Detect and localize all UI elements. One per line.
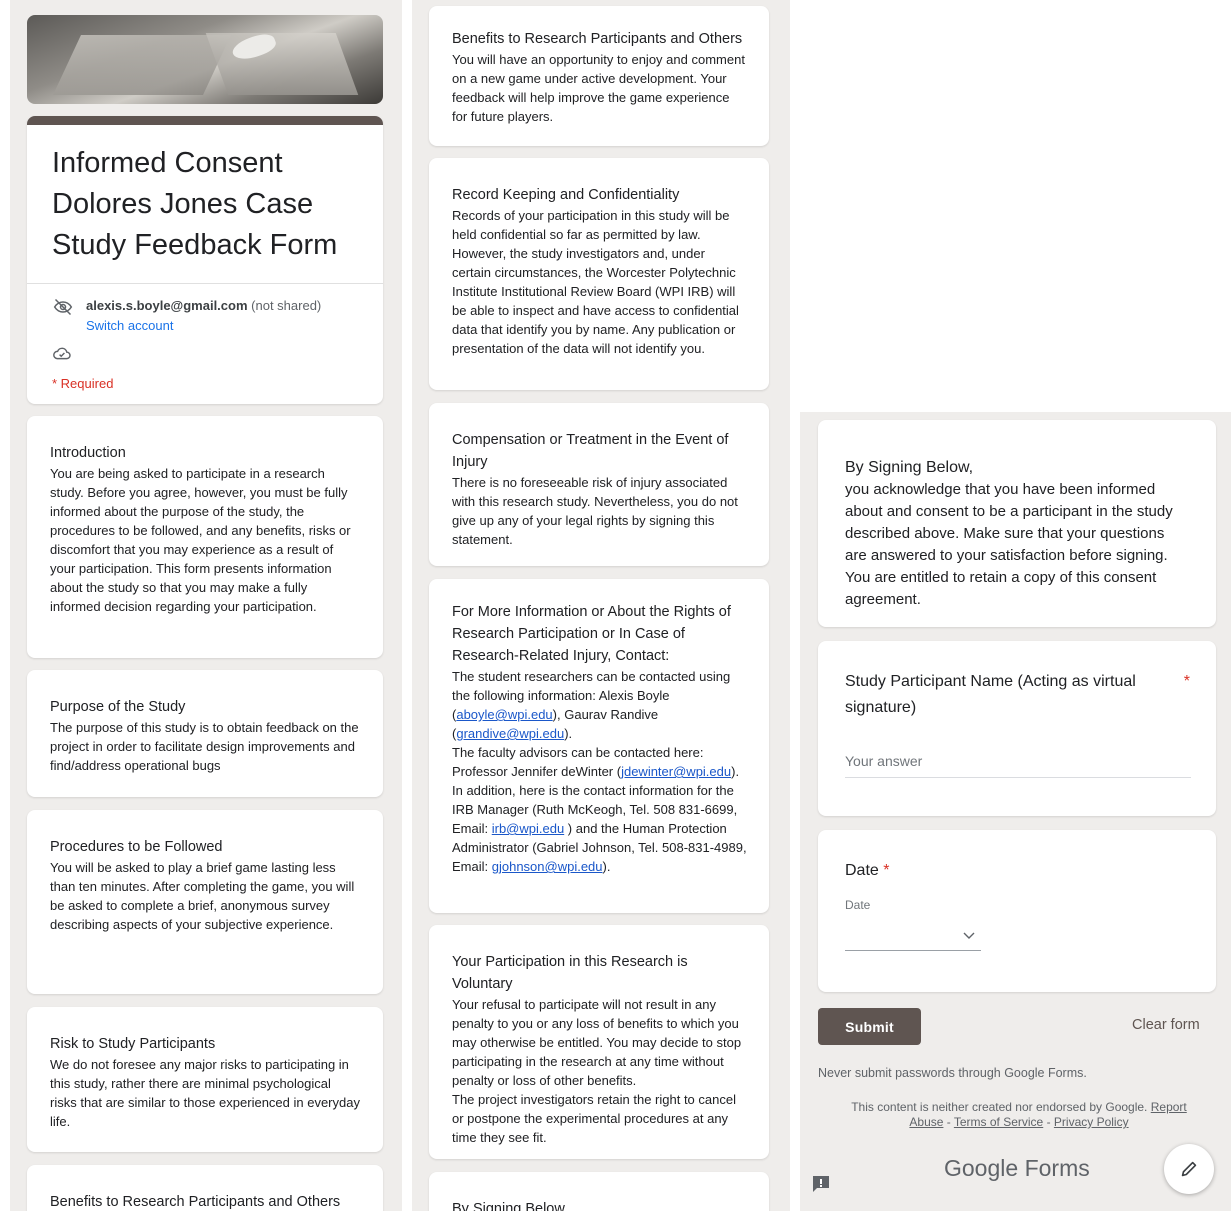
section-signing-preview: By Signing Below, bbox=[429, 1172, 769, 1211]
section-body: Records of your participation in this st… bbox=[452, 208, 739, 356]
submit-button[interactable]: Submit bbox=[818, 1008, 921, 1045]
section-record-keeping: Record Keeping and Confidentiality Recor… bbox=[429, 158, 769, 390]
contact-students: The student researchers can be contacted… bbox=[452, 669, 731, 741]
section-heading: For More Information or About the Rights… bbox=[452, 604, 731, 664]
date-sublabel: Date bbox=[845, 898, 871, 912]
section-heading: Benefits to Research Participants and Ot… bbox=[452, 31, 743, 47]
section-benefits-preview: Benefits to Research Participants and Ot… bbox=[27, 1165, 383, 1211]
section-benefits: Benefits to Research Participants and Ot… bbox=[429, 6, 769, 146]
clear-form-button[interactable]: Clear form bbox=[1132, 1017, 1200, 1033]
privacy-link[interactable]: Privacy Policy bbox=[1054, 1115, 1129, 1129]
question-title: Date bbox=[845, 862, 879, 879]
disclaimer: This content is neither created nor endo… bbox=[851, 1100, 1187, 1129]
email-link-aboyle[interactable]: aboyle@wpi.edu bbox=[456, 707, 552, 722]
required-asterisk: * bbox=[1183, 673, 1190, 690]
feedback-icon[interactable] bbox=[811, 1174, 831, 1194]
section-heading: Record Keeping and Confidentiality bbox=[452, 187, 680, 203]
required-note: * Required bbox=[52, 376, 114, 391]
section-heading: Risk to Study Participants bbox=[50, 1036, 216, 1052]
question-date: Date * Date bbox=[818, 830, 1216, 992]
not-shared-note: (not shared) bbox=[251, 298, 322, 313]
form-column-1: Informed Consent Dolores Jones Case Stud… bbox=[10, 0, 402, 1211]
section-body: Your refusal to participate will not res… bbox=[452, 997, 742, 1088]
section-heading: By Signing Below, bbox=[845, 459, 974, 476]
eye-off-icon bbox=[53, 298, 73, 316]
section-voluntary: Your Participation in this Research is V… bbox=[429, 925, 769, 1159]
contact-advisors: The faculty advisors can be contacted he… bbox=[452, 745, 740, 779]
section-heading: Benefits to Research Participants and Ot… bbox=[50, 1194, 341, 1210]
section-heading: Purpose of the Study bbox=[50, 699, 186, 715]
pencil-icon bbox=[1181, 1161, 1197, 1177]
section-heading: Procedures to be Followed bbox=[50, 839, 223, 855]
password-warning: Never submit passwords through Google Fo… bbox=[818, 1066, 1087, 1080]
question-title: Study Participant Name (Acting as virtua… bbox=[845, 673, 1136, 716]
section-body: The project investigators retain the rig… bbox=[452, 1092, 736, 1145]
section-body: You will have an opportunity to enjoy an… bbox=[452, 52, 745, 124]
section-risk: Risk to Study Participants We do not for… bbox=[27, 1007, 383, 1152]
google-forms-logo: Google Forms bbox=[944, 1155, 1090, 1181]
section-purpose: Purpose of the Study The purpose of this… bbox=[27, 670, 383, 797]
section-body: The purpose of this study is to obtain f… bbox=[50, 720, 359, 773]
account-info: alexis.s.boyle@gmail.com (not shared) Sw… bbox=[27, 284, 383, 391]
section-heading: Introduction bbox=[50, 445, 126, 461]
section-introduction: Introduction You are being asked to part… bbox=[27, 416, 383, 658]
form-column-2: Benefits to Research Participants and Ot… bbox=[412, 0, 790, 1211]
section-signing: By Signing Below, you acknowledge that y… bbox=[818, 420, 1216, 627]
section-heading: Compensation or Treatment in the Event o… bbox=[452, 432, 729, 470]
account-email: alexis.s.boyle@gmail.com bbox=[86, 298, 248, 313]
date-input[interactable] bbox=[845, 928, 981, 951]
section-body: We do not foresee any major risks to par… bbox=[50, 1057, 360, 1129]
cloud-check-icon bbox=[53, 347, 71, 360]
section-heading: By Signing Below, bbox=[452, 1201, 569, 1211]
section-contact: For More Information or About the Rights… bbox=[429, 579, 769, 913]
edit-fab[interactable] bbox=[1164, 1144, 1214, 1194]
form-column-3: By Signing Below, you acknowledge that y… bbox=[800, 412, 1231, 1211]
chevron-down-icon bbox=[963, 932, 975, 939]
email-link-gjohnson[interactable]: gjohnson@wpi.edu bbox=[492, 859, 603, 874]
terms-link[interactable]: Terms of Service bbox=[954, 1115, 1043, 1129]
required-asterisk: * bbox=[883, 862, 890, 879]
switch-account-link[interactable]: Switch account bbox=[86, 318, 358, 333]
form-title: Informed Consent Dolores Jones Case Stud… bbox=[52, 147, 338, 261]
section-body: you acknowledge that you have been infor… bbox=[845, 481, 1173, 608]
header-banner-image bbox=[27, 15, 383, 104]
section-body: There is no foreseeable risk of injury a… bbox=[452, 475, 738, 547]
email-link-irb[interactable]: irb@wpi.edu bbox=[492, 821, 564, 836]
email-link-grandive[interactable]: grandive@wpi.edu bbox=[456, 726, 564, 741]
section-compensation: Compensation or Treatment in the Event o… bbox=[429, 403, 769, 566]
form-title-card: Informed Consent Dolores Jones Case Stud… bbox=[27, 116, 383, 404]
section-heading: Your Participation in this Research is V… bbox=[452, 954, 688, 992]
question-participant-name: Study Participant Name (Acting as virtua… bbox=[818, 641, 1216, 816]
theme-accent-bar bbox=[27, 116, 383, 125]
email-link-jdewinter[interactable]: jdewinter@wpi.edu bbox=[621, 764, 731, 779]
section-body: You will be asked to play a brief game l… bbox=[50, 860, 355, 932]
name-answer-input[interactable]: Your answer bbox=[845, 753, 1191, 778]
section-procedures: Procedures to be Followed You will be as… bbox=[27, 810, 383, 994]
section-body: You are being asked to participate in a … bbox=[50, 466, 351, 614]
contact-irb: In addition, here is the contact informa… bbox=[452, 783, 747, 874]
